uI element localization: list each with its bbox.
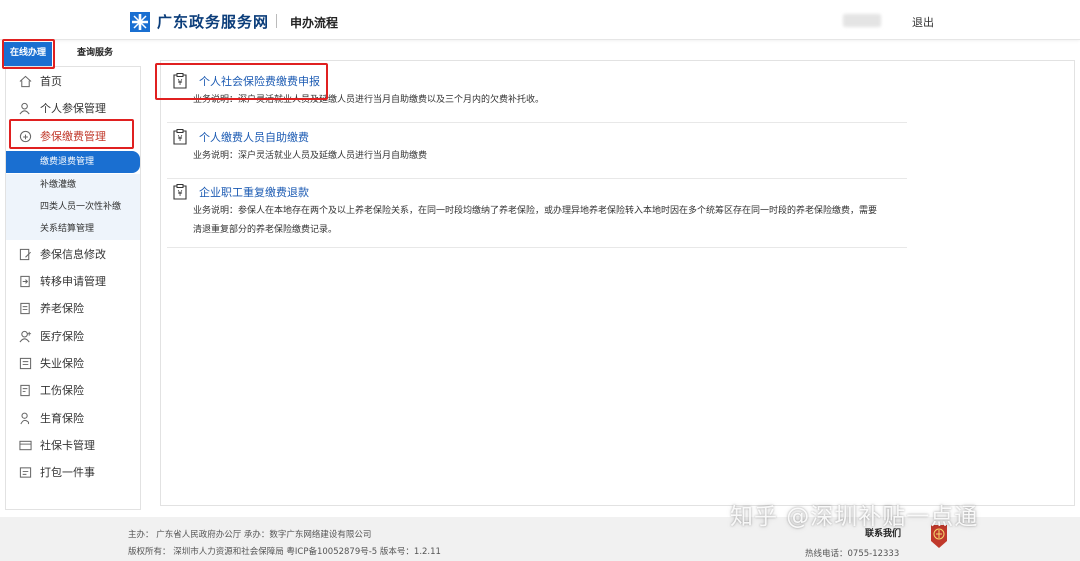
user-name-blurred	[843, 14, 881, 27]
sidebar-item-info-edit[interactable]: 参保信息修改	[6, 242, 140, 266]
sidebar-subitem-relation-settlement[interactable]: 关系结算管理	[6, 218, 140, 240]
edit-icon	[18, 247, 32, 261]
service-list-panel: ¥ 个人社会保险费缴费申报 业务说明：深户灵活就业人员及延缴人员进行当月自助缴费…	[160, 60, 1075, 506]
transfer-icon	[18, 274, 32, 288]
highlight-box-tab	[2, 39, 55, 69]
package-icon	[18, 465, 32, 479]
sidebar-item-label: 社保卡管理	[40, 439, 95, 452]
service-title: 企业职工重复缴费退款	[199, 186, 309, 199]
person-icon	[18, 101, 32, 115]
document-icon	[18, 301, 32, 315]
sidebar-item-personal-insurance[interactable]: 个人参保管理	[6, 96, 140, 120]
logo-icon	[130, 11, 150, 32]
sidebar-item-maternity[interactable]: 生育保险	[6, 406, 140, 430]
service-link[interactable]: ¥ 企业职工重复缴费退款	[167, 182, 907, 202]
home-icon	[18, 74, 32, 88]
sidebar-subitem-payment-refund[interactable]: 缴费退费管理	[6, 151, 140, 173]
highlight-box-service	[155, 63, 328, 100]
card-icon	[18, 438, 32, 452]
unemployment-icon	[18, 356, 32, 370]
sidebar-item-label: 生育保险	[40, 412, 84, 425]
hotline-text: 热线电话：0755-12333	[805, 549, 900, 559]
service-description: 业务说明：参保人在本地存在两个及以上养老保险关系，在同一时段均缴纳了养老保险，或…	[193, 206, 878, 235]
injury-icon	[18, 383, 32, 397]
svg-text:¥: ¥	[177, 189, 182, 198]
maternity-icon	[18, 411, 32, 425]
highlight-box-sidebar	[9, 119, 134, 149]
sidebar-item-medical[interactable]: 医疗保险	[6, 324, 140, 348]
logout-link[interactable]: 退出	[912, 14, 934, 30]
yuan-document-icon: ¥	[173, 184, 187, 200]
sidebar-item-home[interactable]: 首页	[6, 69, 140, 93]
sidebar-item-card[interactable]: 社保卡管理	[6, 433, 140, 457]
service-title: 个人缴费人员自助缴费	[199, 131, 309, 144]
service-link[interactable]: ¥ 个人缴费人员自助缴费	[167, 127, 907, 147]
sidebar-item-unemployment[interactable]: 失业保险	[6, 351, 140, 375]
sidebar-item-label: 医疗保险	[40, 330, 84, 343]
medical-icon	[18, 329, 32, 343]
site-logo[interactable]: 广东政务服务网	[130, 11, 269, 32]
tab-query-service[interactable]: 查询服务	[66, 42, 124, 66]
sidebar-item-transfer[interactable]: 转移申请管理	[6, 269, 140, 293]
sidebar-subitem-back-payment[interactable]: 补缴灌缴	[6, 174, 140, 196]
svg-text:¥: ¥	[177, 134, 182, 143]
site-title: 广东政务服务网	[157, 13, 270, 31]
header: 广东政务服务网 申办流程 退出	[0, 0, 1080, 40]
page-section-title: 申办流程	[290, 16, 339, 30]
sidebar-subitem-one-time-payment[interactable]: 四类人员一次性补缴	[6, 196, 140, 218]
sidebar-item-label: 转移申请管理	[40, 275, 106, 288]
sidebar-item-label: 个人参保管理	[40, 102, 106, 115]
footer-sponsor: 主办： 广东省人民政府办公厅 承办：数字广东网络建设有限公司	[128, 530, 372, 540]
watermark-text: 知乎 @深圳补贴一点通	[730, 504, 979, 530]
service-item: ¥ 个人缴费人员自助缴费 业务说明：深户灵活就业人员及延缴人员进行当月自助缴费	[167, 127, 907, 179]
sidebar-item-label: 参保信息修改	[40, 248, 106, 261]
service-item: ¥ 企业职工重复缴费退款 业务说明：参保人在本地存在两个及以上养老保险关系，在同…	[167, 182, 907, 248]
header-divider	[276, 14, 277, 28]
sidebar-item-injury[interactable]: 工伤保险	[6, 378, 140, 402]
yuan-document-icon: ¥	[173, 129, 187, 145]
sidebar-item-label: 首页	[40, 75, 62, 88]
sidebar-item-label: 养老保险	[40, 302, 84, 315]
footer-copyright: 版权所有： 深圳市人力资源和社会保障局 粤ICP备10052879号-5 版本号…	[128, 547, 441, 557]
sidebar-item-label: 失业保险	[40, 357, 84, 370]
sidebar-item-label: 打包一件事	[40, 466, 95, 479]
service-description: 业务说明：深户灵活就业人员及延缴人员进行当月自助缴费	[193, 151, 428, 161]
sidebar-item-package[interactable]: 打包一件事	[6, 460, 140, 484]
sidebar-item-label: 工伤保险	[40, 384, 84, 397]
sidebar-item-pension[interactable]: 养老保险	[6, 296, 140, 320]
